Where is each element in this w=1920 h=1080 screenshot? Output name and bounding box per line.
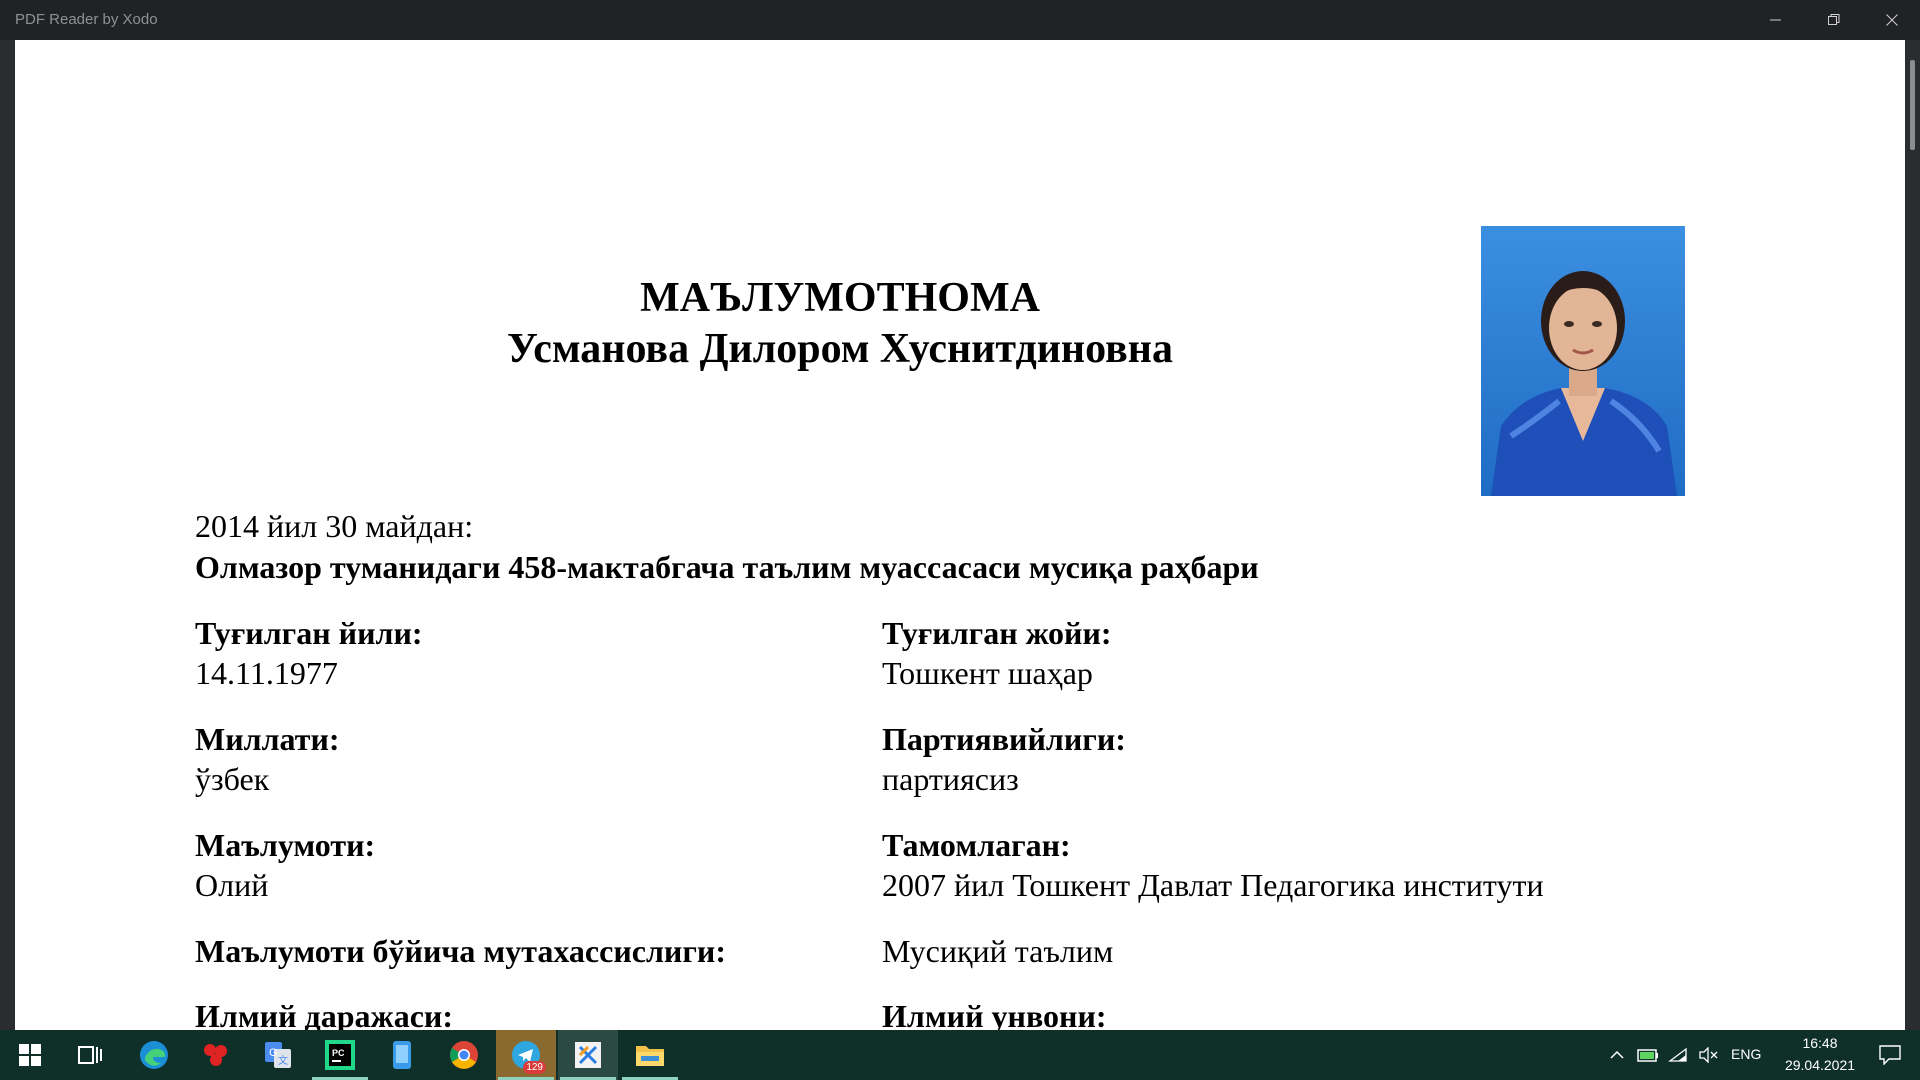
- party-value: партиясиз: [882, 761, 1019, 797]
- start-button[interactable]: [0, 1030, 60, 1080]
- taskbar-google-translate[interactable]: G 文: [248, 1030, 308, 1080]
- task-view-button[interactable]: [60, 1030, 120, 1080]
- svg-text:G: G: [269, 1047, 278, 1059]
- graduated-label: Тамомлаган:: [882, 827, 1071, 863]
- windows-icon: [19, 1044, 41, 1066]
- notifications-button[interactable]: [1868, 1030, 1912, 1080]
- show-hidden-icons-button[interactable]: [1606, 1030, 1628, 1080]
- volume-muted-icon: [1699, 1047, 1718, 1063]
- svg-text:文: 文: [278, 1054, 288, 1067]
- taskbar-edge[interactable]: [124, 1030, 184, 1080]
- specialty-label: Маълумоти бўйича мутахассислиги:: [195, 933, 726, 969]
- telegram-unread-badge: 129: [523, 1061, 546, 1074]
- language-indicator[interactable]: ENG: [1731, 1046, 1761, 1062]
- taskbar-file-explorer[interactable]: [620, 1030, 680, 1080]
- close-icon: [1886, 14, 1898, 26]
- xodo-icon: [575, 1042, 601, 1068]
- birth-year-value: 14.11.1977: [195, 655, 338, 691]
- title-bar: PDF Reader by Xodo: [0, 0, 1920, 40]
- chevron-up-icon: [1610, 1050, 1624, 1059]
- clock-time[interactable]: 16:48: [1792, 1035, 1848, 1051]
- app-icon: [204, 1044, 227, 1066]
- close-button[interactable]: [1864, 0, 1920, 40]
- nationality-label: Миллати:: [195, 721, 340, 757]
- current-position: Олмазор туманидаги 458-мактабгача таълим…: [195, 549, 1259, 585]
- phone-icon: [393, 1041, 411, 1069]
- birth-place-label: Туғилган жойи:: [882, 615, 1112, 651]
- degree-label: Илмий даражаси:: [195, 998, 453, 1030]
- restore-button[interactable]: [1806, 0, 1862, 40]
- edge-icon: [140, 1041, 168, 1069]
- minimize-icon: [1770, 19, 1781, 21]
- taskbar-phone-app[interactable]: [372, 1030, 432, 1080]
- chrome-icon: [450, 1041, 478, 1069]
- specialty-value: Мусиқий таълим: [882, 933, 1114, 969]
- taskbar-chrome[interactable]: [434, 1030, 494, 1080]
- restore-icon: [1828, 14, 1840, 25]
- taskbar-xodo[interactable]: [558, 1030, 618, 1080]
- network-tray-button[interactable]: [1666, 1030, 1690, 1080]
- taskbar-telegram[interactable]: 129: [496, 1030, 556, 1080]
- task-view-icon: [78, 1046, 102, 1064]
- document-heading: МАЪЛУМОТНОМА: [640, 275, 1040, 321]
- wifi-icon: [1668, 1047, 1687, 1062]
- document-viewer[interactable]: МАЪЛУМОТНОМА Усманова Дилором Хуснитдино…: [0, 40, 1920, 1030]
- folder-icon: [636, 1046, 664, 1066]
- academic-title-label: Илмий унвони:: [882, 998, 1107, 1030]
- battery-icon: [1637, 1049, 1658, 1062]
- minimize-button[interactable]: [1748, 0, 1804, 40]
- birth-year-label: Туғилган йили:: [195, 615, 423, 651]
- battery-tray-button[interactable]: [1636, 1030, 1660, 1080]
- vertical-scrollbar[interactable]: [1905, 40, 1920, 1030]
- clock-date[interactable]: 29.04.2021: [1774, 1057, 1866, 1073]
- notification-icon: [1879, 1045, 1901, 1065]
- taskbar-app-red[interactable]: [186, 1030, 246, 1080]
- scrollbar-thumb[interactable]: [1910, 60, 1915, 150]
- person-photo: [1481, 226, 1685, 496]
- since-date: 2014 йил 30 майдан:: [195, 508, 474, 544]
- taskbar: G 文 PC 129 ENG 16:48 29.04.2021: [0, 1030, 1920, 1080]
- nationality-value: ўзбек: [195, 761, 270, 797]
- volume-tray-button[interactable]: [1696, 1030, 1720, 1080]
- graduated-value: 2007 йил Тошкент Давлат Педагогика инсти…: [882, 867, 1544, 903]
- person-name: Усманова Дилором Хуснитдиновна: [507, 326, 1173, 372]
- birth-place-value: Тошкент шаҳар: [882, 655, 1093, 691]
- pdf-page[interactable]: МАЪЛУМОТНОМА Усманова Дилором Хуснитдино…: [15, 40, 1905, 1030]
- party-label: Партиявийлиги:: [882, 721, 1126, 757]
- svg-text:PC: PC: [332, 1048, 345, 1058]
- pycharm-icon: PC: [325, 1040, 355, 1070]
- window-title: PDF Reader by Xodo: [15, 11, 158, 28]
- education-label: Маълумоти:: [195, 827, 376, 863]
- education-value: Олий: [195, 867, 269, 903]
- taskbar-pycharm[interactable]: PC: [310, 1030, 370, 1080]
- translate-icon: G 文: [265, 1042, 291, 1068]
